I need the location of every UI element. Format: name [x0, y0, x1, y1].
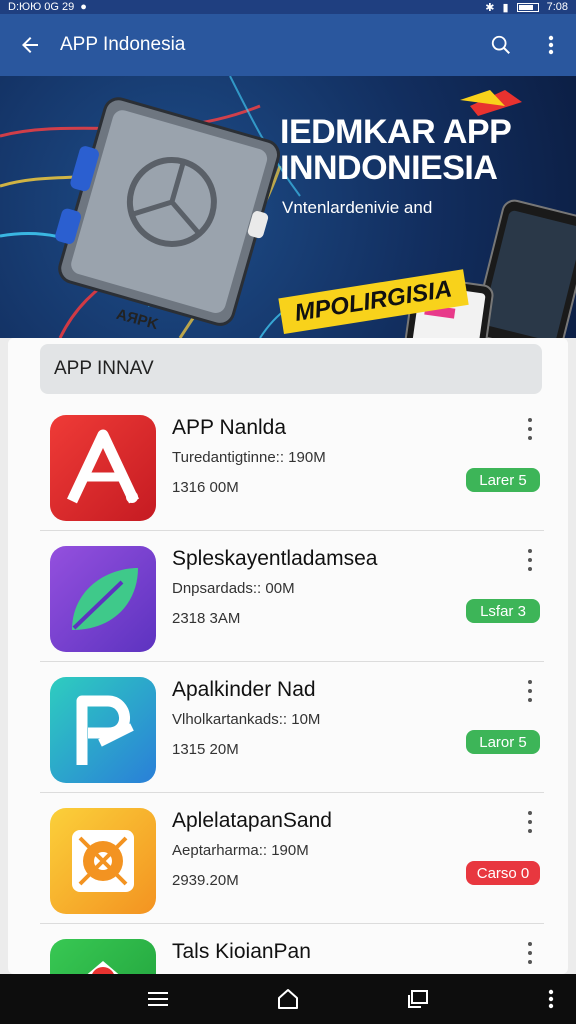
banner-subtitle: Vntenlardenivie and	[282, 198, 433, 217]
app-name: Spleskayentladamsea	[172, 547, 378, 570]
more-vert-icon[interactable]	[518, 940, 542, 966]
install-button[interactable]: Larer 5	[466, 468, 540, 492]
more-vert-icon[interactable]	[518, 809, 542, 835]
system-nav-bar	[0, 974, 576, 1024]
list-item[interactable]: AplelatapanSand Aeptarharma:: 190M 2939.…	[40, 793, 544, 924]
banner-title: IEDMKAR APP INNDONIESIA	[280, 113, 511, 187]
app-name: Apalkinder Nad	[172, 678, 316, 701]
map-pin-icon	[50, 939, 156, 974]
home-icon[interactable]	[258, 974, 318, 1024]
app-downloads: Vlholkartankads:: 10M	[172, 711, 321, 728]
status-bar: D:ЮЮ 0G 29 ● ✱ ▮ 7:08	[0, 0, 576, 14]
back-arrow-icon[interactable]	[0, 14, 60, 76]
list-item[interactable]: APP Nanlda Turedantigtinne:: 190M 1316 0…	[40, 400, 544, 531]
more-vert-icon[interactable]	[518, 547, 542, 573]
search-icon[interactable]	[476, 14, 526, 76]
list-item[interactable]: Spleskayentladamsea Dnpsardads:: 00M 231…	[40, 531, 544, 662]
app-name: AplelatapanSand	[172, 809, 332, 832]
battery-icon	[516, 2, 539, 12]
app-size: 1316 00M	[172, 479, 239, 496]
notification-icon: ●	[80, 1, 87, 13]
app-size: 2939.20M	[172, 872, 239, 889]
cancel-button[interactable]: Carso 0	[466, 861, 540, 885]
more-vert-icon[interactable]	[526, 14, 576, 76]
more-vert-icon[interactable]	[518, 678, 542, 704]
page-title: APP Indonesia	[60, 34, 186, 55]
app-downloads: Dnpsardads:: 00M	[172, 580, 295, 597]
bluetooth-icon: ✱	[485, 1, 495, 14]
app-downloads: Aeptarharma:: 190M	[172, 842, 309, 859]
letter-a-icon	[50, 415, 156, 521]
signal-icon: ▮	[502, 1, 509, 14]
status-time-right: 7:08	[546, 1, 568, 13]
menu-icon[interactable]	[128, 974, 188, 1024]
recents-icon[interactable]	[388, 974, 448, 1024]
list-item[interactable]: Apalkinder Nad Vlholkartankads:: 10M 131…	[40, 662, 544, 793]
letter-p-icon	[50, 677, 156, 783]
list-item[interactable]: Tals KioianPan	[40, 924, 544, 974]
app-size: 1315 20M	[172, 741, 239, 758]
install-button[interactable]: Lsfar 3	[466, 599, 540, 623]
app-list-panel: APP INNAV APP Nanlda Turedantigtinne:: 1…	[8, 338, 568, 974]
leaf-icon	[50, 546, 156, 652]
app-downloads: Turedantigtinne:: 190M	[172, 449, 326, 466]
target-icon	[50, 808, 156, 914]
app-name: APP Nanlda	[172, 416, 287, 439]
more-vert-icon[interactable]	[526, 974, 576, 1024]
section-header: APP INNAV	[40, 344, 542, 394]
app-name: Tals KioianPan	[172, 940, 311, 963]
status-time-left: D:ЮЮ 0G 29	[8, 1, 75, 13]
app-bar: APP Indonesia	[0, 14, 576, 76]
install-button[interactable]: Laror 5	[466, 730, 540, 754]
more-vert-icon[interactable]	[518, 416, 542, 442]
promo-banner[interactable]: AЯPK IEDMKAR APP INNDONIESIA Vntenlarden…	[0, 76, 576, 338]
app-size: 2318 3AM	[172, 610, 241, 627]
